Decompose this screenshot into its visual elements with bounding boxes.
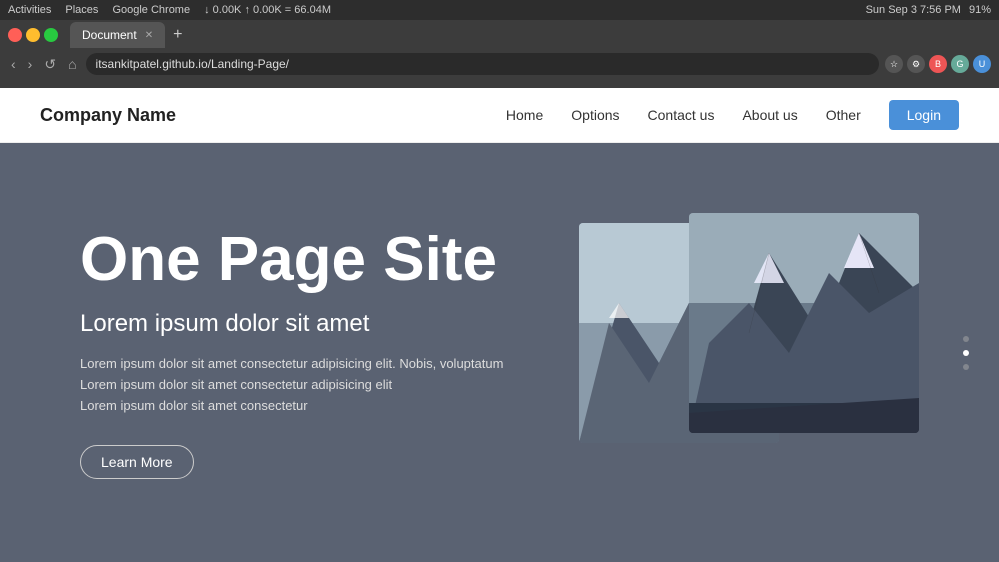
extension-icon-2[interactable]: ⚙	[907, 55, 925, 73]
hero-title: One Page Site	[80, 226, 579, 294]
browser-tab-active[interactable]: Document ✕	[70, 22, 165, 48]
taskbar-activities[interactable]: Activities	[8, 4, 51, 16]
dot-3[interactable]	[963, 364, 969, 370]
tab-bar: Document ✕ +	[0, 20, 999, 50]
nav-home-link[interactable]: Home	[506, 107, 543, 123]
browser-reload-button[interactable]: ↺	[41, 56, 59, 73]
tab-label: Document	[82, 28, 137, 42]
nav-about-link[interactable]: About us	[742, 107, 797, 123]
browser-forward-button[interactable]: ›	[25, 56, 36, 72]
taskbar-datetime: Sun Sep 3 7:56 PM	[866, 4, 961, 16]
hero-images	[579, 213, 919, 493]
carousel-dots	[963, 336, 969, 370]
hero-subtitle: Lorem ipsum dolor sit amet	[80, 310, 579, 338]
nav-contact-link[interactable]: Contact us	[648, 107, 715, 123]
extension-icon-4[interactable]: G	[951, 55, 969, 73]
dot-1[interactable]	[963, 336, 969, 342]
url-bar[interactable]	[86, 53, 879, 75]
dot-2[interactable]	[963, 350, 969, 356]
extension-icon-3[interactable]: B	[929, 55, 947, 73]
hero-desc-line1: Lorem ipsum dolor sit amet consectetur a…	[80, 354, 579, 375]
hero-text-block: One Page Site Lorem ipsum dolor sit amet…	[80, 226, 579, 479]
hero-image-front	[689, 213, 919, 433]
taskbar-left: Activities Places Google Chrome ↓ 0.00K …	[8, 4, 331, 16]
tab-close-button[interactable]: ✕	[145, 30, 153, 41]
hero-section: One Page Site Lorem ipsum dolor sit amet…	[0, 143, 999, 562]
login-button[interactable]: Login	[889, 100, 959, 130]
browser-back-button[interactable]: ‹	[8, 56, 19, 72]
window-minimize-button[interactable]	[26, 28, 40, 42]
browser-extension-icons: ☆ ⚙ B G U	[885, 55, 991, 73]
taskbar-places[interactable]: Places	[65, 4, 98, 16]
site-logo: Company Name	[40, 105, 176, 126]
browser-chrome: Document ✕ + ‹ › ↺ ⌂ ☆ ⚙ B G U	[0, 20, 999, 88]
website-content: Company Name Home Options Contact us Abo…	[0, 88, 999, 562]
site-navbar: Company Name Home Options Contact us Abo…	[0, 88, 999, 143]
taskbar-network: ↓ 0.00K ↑ 0.00K = 66.04M	[204, 4, 331, 16]
browser-home-button[interactable]: ⌂	[65, 56, 79, 72]
taskbar-chrome[interactable]: Google Chrome	[112, 4, 190, 16]
user-profile-icon[interactable]: U	[973, 55, 991, 73]
os-taskbar: Activities Places Google Chrome ↓ 0.00K …	[0, 0, 999, 20]
new-tab-button[interactable]: +	[169, 26, 186, 44]
extension-icon-1[interactable]: ☆	[885, 55, 903, 73]
site-nav-links: Home Options Contact us About us Other L…	[506, 100, 959, 130]
hero-desc-line2: Lorem ipsum dolor sit amet consectetur a…	[80, 375, 579, 396]
learn-more-button[interactable]: Learn More	[80, 445, 194, 479]
window-close-button[interactable]	[8, 28, 22, 42]
address-bar: ‹ › ↺ ⌂ ☆ ⚙ B G U	[0, 50, 999, 78]
taskbar-right: Sun Sep 3 7:56 PM 91%	[866, 4, 991, 16]
window-maximize-button[interactable]	[44, 28, 58, 42]
nav-options-link[interactable]: Options	[571, 107, 619, 123]
hero-description: Lorem ipsum dolor sit amet consectetur a…	[80, 354, 579, 416]
taskbar-battery: 91%	[969, 4, 991, 16]
nav-other-link[interactable]: Other	[826, 107, 861, 123]
hero-desc-line3: Lorem ipsum dolor sit amet consectetur	[80, 396, 579, 417]
